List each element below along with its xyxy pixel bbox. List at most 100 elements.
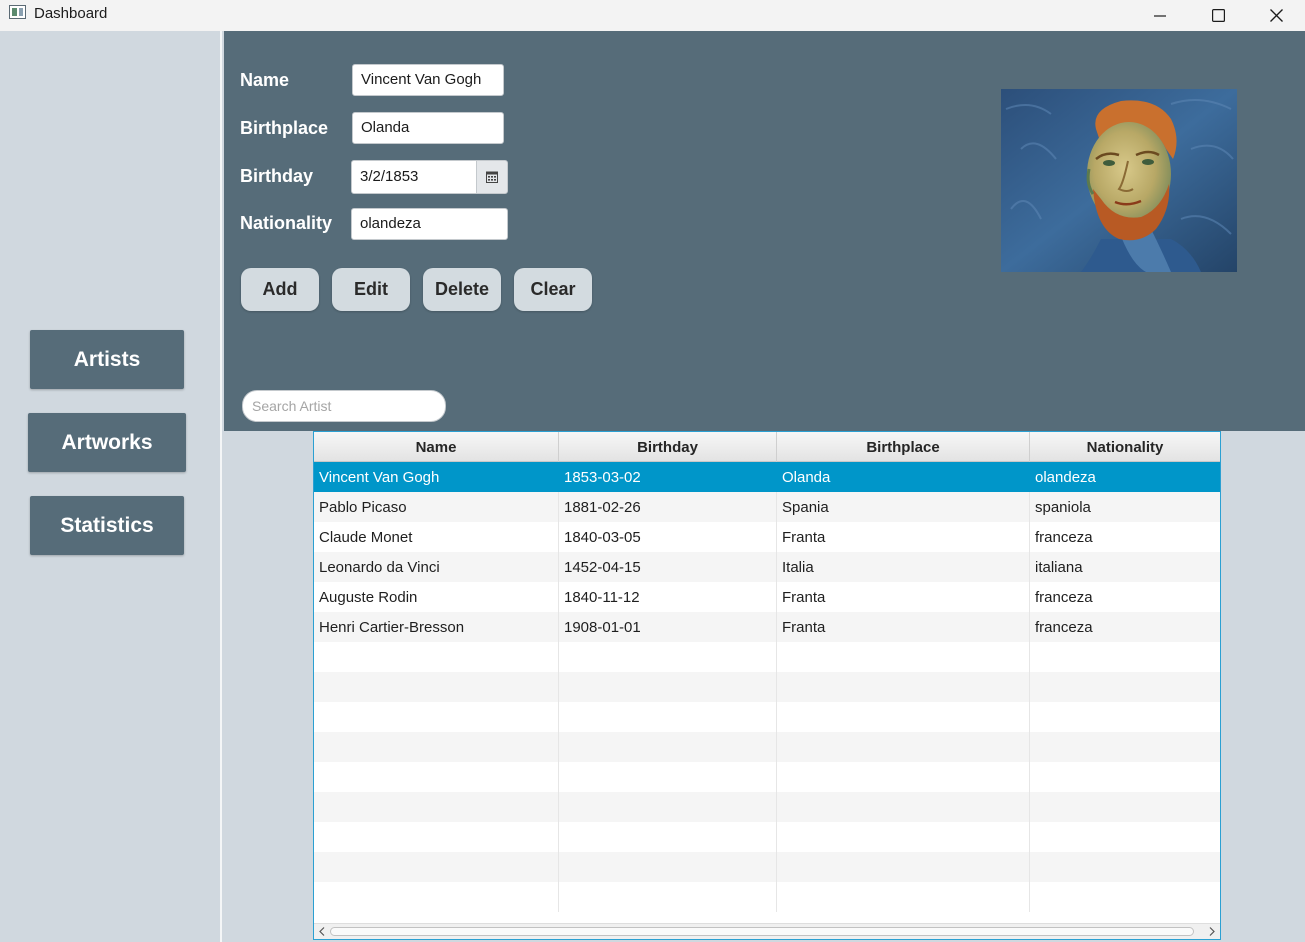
- empty-table-row: [314, 852, 1220, 882]
- table-cell: [1030, 882, 1220, 912]
- window-title: Dashboard: [34, 5, 108, 22]
- birthplace-label: Birthplace: [240, 118, 329, 138]
- table-cell: [559, 732, 777, 762]
- table-cell: [559, 642, 777, 672]
- table-cell: [559, 672, 777, 702]
- scroll-left-button[interactable]: [315, 924, 329, 939]
- table-cell: [1030, 762, 1220, 792]
- table-cell: Franta: [777, 582, 1030, 612]
- table-cell: Franta: [777, 522, 1030, 552]
- scrollbar-thumb[interactable]: [330, 927, 1194, 936]
- table-cell: 1908-01-01: [559, 612, 777, 642]
- table-row[interactable]: Vincent Van Gogh 1853-03-02 Olanda olandeza: [314, 462, 1220, 492]
- empty-table-row: [314, 672, 1220, 702]
- column-header-birthplace[interactable]: Birthplace: [777, 432, 1030, 462]
- table-cell: [559, 702, 777, 732]
- table-cell: [1030, 642, 1220, 672]
- table-cell: [1030, 702, 1220, 732]
- table-cell: 1840-03-05: [559, 522, 777, 552]
- column-header-name[interactable]: Name: [314, 432, 559, 462]
- table-cell: [777, 822, 1030, 852]
- sidebar-item-artworks[interactable]: Artworks: [28, 413, 186, 472]
- table-cell: [777, 792, 1030, 822]
- search-input[interactable]: Search Artist: [242, 390, 446, 422]
- table-cell: Italia: [777, 552, 1030, 582]
- birthday-field[interactable]: 3/2/1853: [351, 160, 477, 194]
- table-row[interactable]: Henri Cartier-Bresson 1908-01-01 Franta fra…: [314, 612, 1220, 642]
- table-row[interactable]: Pablo Picaso 1881-02-26 Spania spaniola: [314, 492, 1220, 522]
- close-icon: [1269, 9, 1283, 22]
- empty-table-row: [314, 762, 1220, 792]
- table-cell: [777, 642, 1030, 672]
- table-cell: Leonardo da Vinci: [314, 552, 559, 582]
- table-cell: [314, 732, 559, 762]
- nationality-label: Nationality: [240, 213, 333, 233]
- clear-button[interactable]: Clear: [514, 268, 592, 311]
- table-cell: [559, 882, 777, 912]
- table-cell: [1030, 792, 1220, 822]
- add-button[interactable]: Add: [241, 268, 319, 311]
- app-icon: [9, 5, 26, 19]
- artist-portrait-image: [1001, 89, 1237, 272]
- nationality-field[interactable]: olandeza: [351, 208, 508, 240]
- table-row[interactable]: Auguste Rodin 1840-11-12 Franta franceza: [314, 582, 1220, 612]
- empty-table-row: [314, 822, 1220, 852]
- column-header-nationality[interactable]: Nationality: [1030, 432, 1220, 462]
- table-cell: 1881-02-26: [559, 492, 777, 522]
- sidebar-item-statistics[interactable]: Statistics: [30, 496, 184, 555]
- table-cell: spaniola: [1035, 499, 1091, 516]
- table-row[interactable]: Leonardo da Vinci 1452-04-15 Italia italian…: [314, 552, 1220, 582]
- calendar-icon: [486, 171, 498, 183]
- birthplace-field[interactable]: Olanda: [352, 112, 504, 144]
- name-field[interactable]: Vincent Van Gogh: [352, 64, 504, 96]
- title-bar: Dashboard: [0, 0, 1305, 31]
- minimize-icon: [1154, 14, 1166, 17]
- table-cell: [559, 822, 777, 852]
- table-cell: franceza: [1035, 529, 1093, 546]
- table-cell: [314, 822, 559, 852]
- chevron-left-icon: [319, 927, 325, 936]
- table-cell: [777, 702, 1030, 732]
- empty-table-row: [314, 792, 1220, 822]
- table-cell: 1840-11-12: [559, 582, 777, 612]
- table-cell: [777, 852, 1030, 882]
- table-cell: olandeza: [1035, 469, 1096, 486]
- scroll-right-button[interactable]: [1205, 924, 1219, 939]
- table-cell: Claude Monet: [314, 522, 559, 552]
- table-cell: [1030, 672, 1220, 702]
- table-cell: [314, 702, 559, 732]
- close-button[interactable]: [1247, 0, 1305, 31]
- table-cell: [314, 762, 559, 792]
- table-row[interactable]: Claude Monet 1840-03-05 Franta franceza: [314, 522, 1220, 552]
- table-cell: 1853-03-02: [559, 462, 777, 492]
- table-cell: Pablo Picaso: [314, 492, 559, 522]
- calendar-button[interactable]: [476, 160, 508, 194]
- table-cell: [777, 732, 1030, 762]
- table-cell: [1030, 732, 1220, 762]
- maximize-button[interactable]: [1189, 0, 1247, 31]
- table-cell: [559, 792, 777, 822]
- edit-button[interactable]: Edit: [332, 268, 410, 311]
- table-cell: Vincent Van Gogh: [314, 462, 559, 492]
- table-cell: Olanda: [777, 462, 1030, 492]
- sidebar: Artists Artworks Statistics: [0, 31, 222, 942]
- horizontal-scrollbar[interactable]: [314, 923, 1220, 939]
- maximize-icon: [1211, 9, 1225, 22]
- empty-table-row: [314, 732, 1220, 762]
- table-cell: [1030, 852, 1220, 882]
- column-header-birthday[interactable]: Birthday: [559, 432, 777, 462]
- table-cell: Auguste Rodin: [314, 582, 559, 612]
- name-label: Name: [240, 70, 290, 90]
- table-header: Name Birthday Birthplace Nationality: [314, 432, 1220, 462]
- sidebar-item-artists[interactable]: Artists: [30, 330, 184, 389]
- table-cell: [314, 792, 559, 822]
- table-cell: [559, 852, 777, 882]
- delete-button[interactable]: Delete: [423, 268, 501, 311]
- minimize-button[interactable]: [1131, 0, 1189, 31]
- empty-table-row: [314, 882, 1220, 912]
- artists-table: Name Birthday Birthplace Nationality Vin…: [313, 431, 1221, 940]
- table-cell: [777, 882, 1030, 912]
- table-cell: 1452-04-15: [559, 552, 777, 582]
- table-cell: [314, 672, 559, 702]
- chevron-right-icon: [1209, 927, 1215, 936]
